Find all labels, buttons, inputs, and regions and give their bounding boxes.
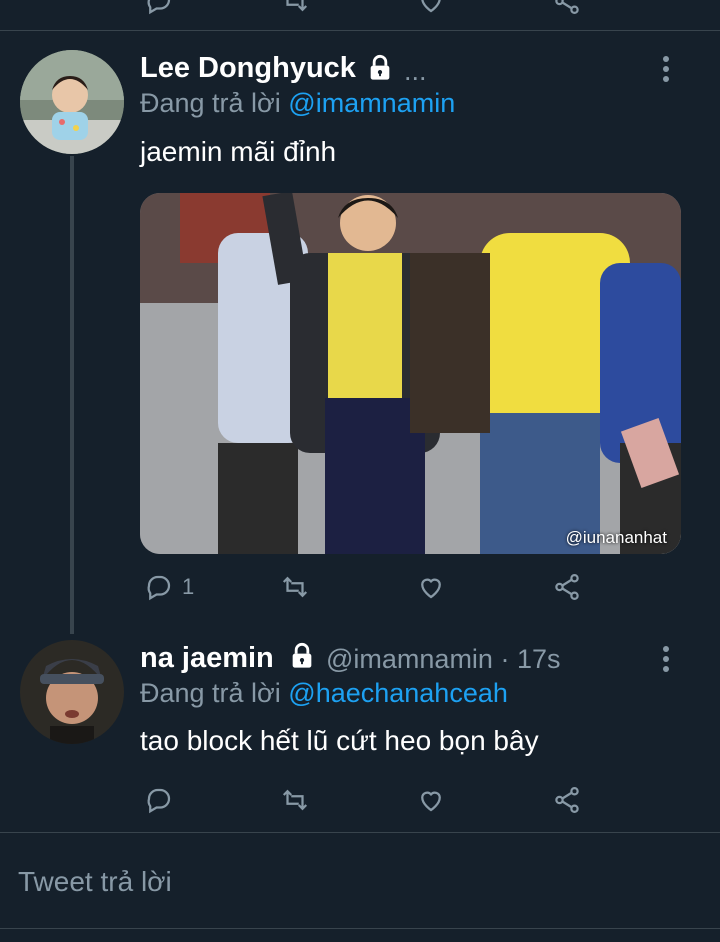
tweet-photo[interactable]: @iunananhat [140, 193, 681, 554]
reply-icon [147, 575, 171, 601]
more-options-icon[interactable] [663, 646, 671, 676]
replying-to: Đang trả lời @imamnamin [140, 88, 455, 119]
reply-compose-input[interactable]: Tweet trả lời [18, 866, 172, 898]
tweet-text: tao block hết lũ cứt heo bọn bây [140, 725, 539, 756]
author-name[interactable]: na jaemin [140, 642, 274, 675]
like-button[interactable] [416, 572, 446, 602]
share-button[interactable] [552, 785, 582, 815]
replying-to: Đang trả lời @haechanahceah [140, 678, 508, 709]
reply-count: 1 [182, 574, 195, 599]
reply-button[interactable] [144, 785, 174, 815]
author-name[interactable]: Lee Donghyuck [140, 52, 356, 85]
divider [0, 928, 720, 929]
retweet-icon[interactable] [280, 0, 310, 16]
retweet-icon [282, 576, 308, 598]
share-button[interactable] [552, 572, 582, 602]
handle-and-time[interactable]: @imamnamin · 17s [326, 644, 560, 675]
replying-prefix: Đang trả lời [140, 678, 281, 708]
more-options-icon[interactable] [663, 56, 671, 86]
share-icon[interactable] [552, 0, 582, 16]
replying-mention[interactable]: @haechanahceah [288, 678, 508, 708]
tweet-text: jaemin mãi đỉnh [140, 136, 337, 167]
reply-icon [147, 788, 171, 814]
media-watermark: @iunananhat [565, 528, 667, 547]
like-icon [421, 791, 441, 812]
handle-truncated: ... [404, 56, 427, 86]
retweet-button[interactable] [280, 572, 310, 602]
like-icon [421, 578, 441, 599]
like-icon[interactable] [416, 0, 446, 16]
lock-icon [288, 642, 316, 675]
share-icon [555, 574, 579, 600]
retweet-icon [282, 789, 308, 811]
lock-icon [366, 54, 394, 87]
reply-icon[interactable] [144, 0, 174, 16]
share-icon [555, 787, 579, 813]
like-button[interactable] [416, 785, 446, 815]
divider [0, 30, 720, 31]
thread-line [70, 156, 74, 634]
retweet-button[interactable] [280, 785, 310, 815]
replying-mention[interactable]: @imamnamin [288, 88, 455, 118]
avatar[interactable] [20, 640, 124, 744]
replying-prefix: Đang trả lời [140, 88, 281, 118]
divider [0, 832, 720, 833]
avatar[interactable] [20, 50, 124, 154]
reply-button[interactable]: 1 [144, 572, 194, 602]
